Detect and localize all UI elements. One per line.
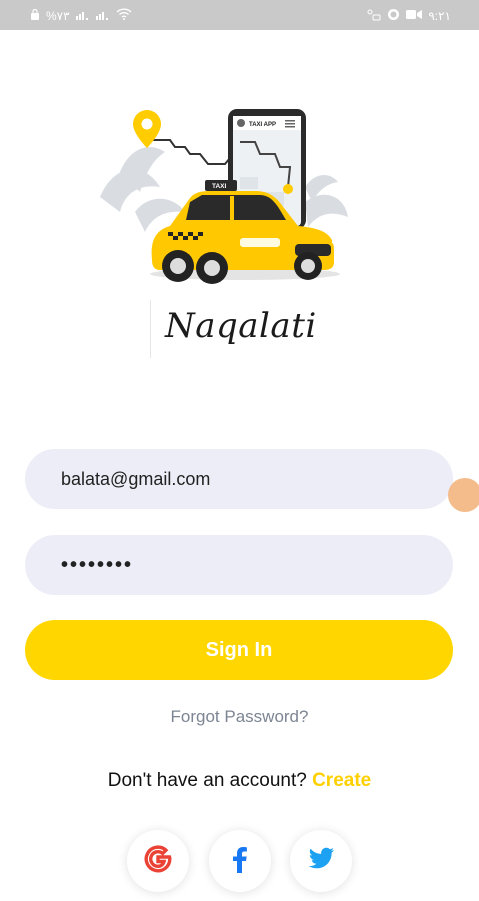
sign-in-button[interactable]: Sign In [25,620,453,680]
scroll-handle[interactable] [448,478,479,512]
email-field[interactable] [25,449,453,509]
status-right: ٩:٢١ [367,8,451,24]
wifi-icon [116,8,132,23]
battery-percent: %٧٣ [46,8,70,23]
vpn-icon [367,9,381,24]
status-left: %٧٣ [30,8,132,23]
signup-row: Don't have an account? Create [0,770,479,792]
whatsapp-icon [387,8,400,24]
brand-logo-text: Naqalati [165,306,317,346]
facebook-login-button[interactable] [209,830,271,892]
signup-prompt: Don't have an account? [107,770,307,791]
signal-icon [75,9,90,23]
status-bar: %٧٣ ٩:٢١ [0,0,479,30]
clock: ٩:٢١ [428,9,451,23]
taxi-illustration: TAXI APP TAXI [90,92,360,307]
twitter-icon [306,846,336,877]
brand-divider [150,300,151,358]
google-icon [143,844,173,879]
facebook-icon [228,844,252,879]
google-login-button[interactable] [127,830,189,892]
phone-label: TAXI APP [249,122,276,128]
twitter-login-button[interactable] [290,830,352,892]
forgot-password-link[interactable]: Forgot Password? [0,707,479,727]
signal-icon-2 [95,9,110,23]
taxi-sign: TAXI [212,183,227,190]
lock-icon [30,8,40,23]
location-pin-icon [133,110,161,148]
video-icon [406,9,423,23]
create-account-link[interactable]: Create [312,770,371,791]
password-field[interactable] [25,535,453,595]
